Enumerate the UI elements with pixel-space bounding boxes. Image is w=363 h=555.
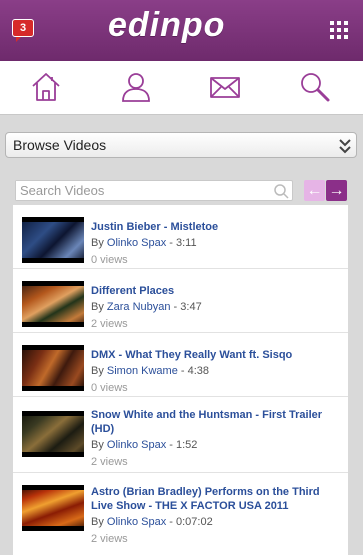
video-byline: By Simon Kwame - 4:38 xyxy=(91,365,210,377)
home-icon[interactable] xyxy=(28,69,64,105)
nav-bar xyxy=(0,61,363,115)
video-item[interactable]: Snow White and the Huntsman - First Trai… xyxy=(13,397,348,473)
video-duration: 4:38 xyxy=(187,365,210,377)
user-icon[interactable] xyxy=(118,69,154,105)
prev-page-button[interactable]: ← xyxy=(304,180,325,201)
video-byline: By Zara Nubyan - 3:47 xyxy=(91,301,202,313)
video-item[interactable]: Astro (Brian Bradley) Performs on the Th… xyxy=(13,473,348,555)
video-thumbnail[interactable] xyxy=(22,485,84,531)
video-duration: 1:52 xyxy=(176,439,198,451)
search-input[interactable] xyxy=(16,181,266,200)
video-duration: 0:07:02 xyxy=(176,516,213,528)
video-views: 2 views xyxy=(91,533,128,545)
video-item[interactable]: Justin Bieber - Mistletoe By Olinko Spax… xyxy=(13,205,348,269)
apps-grid-icon[interactable] xyxy=(330,21,348,39)
search-videos-field xyxy=(15,180,293,201)
video-item[interactable]: DMX - What They Really Want ft. Sisqo By… xyxy=(13,333,348,397)
video-thumbnail[interactable] xyxy=(22,345,84,391)
video-title[interactable]: Different Places xyxy=(91,284,341,298)
video-title[interactable]: Astro (Brian Bradley) Performs on the Th… xyxy=(91,485,341,513)
video-thumbnail[interactable] xyxy=(22,217,84,263)
edinpo-logo[interactable]: edinpo xyxy=(108,6,224,44)
video-author[interactable]: Olinko Spax xyxy=(107,439,166,451)
video-author[interactable]: Simon Kwame xyxy=(107,365,178,377)
video-duration: 3:47 xyxy=(180,301,202,313)
browse-select-label: Browse Videos xyxy=(13,137,107,153)
video-title[interactable]: Justin Bieber - Mistletoe xyxy=(91,220,341,234)
video-author[interactable]: Olinko Spax xyxy=(107,237,166,249)
notification-badge[interactable]: 3 xyxy=(12,19,34,42)
video-views: 0 views xyxy=(91,254,128,266)
video-duration: 3:11 xyxy=(176,237,197,249)
video-item[interactable]: Different Places By Zara Nubyan - 3:47 2… xyxy=(13,269,348,333)
video-views: 2 views xyxy=(91,318,128,330)
video-thumbnail[interactable] xyxy=(22,411,84,457)
search-icon[interactable] xyxy=(297,69,333,105)
mail-icon[interactable] xyxy=(207,69,243,105)
video-author[interactable]: Olinko Spax xyxy=(107,516,166,528)
video-views: 0 views xyxy=(91,382,128,394)
app-header: 3 edinpo xyxy=(0,0,363,61)
chevron-double-icon xyxy=(339,139,351,154)
video-title[interactable]: Snow White and the Huntsman - First Trai… xyxy=(91,408,341,436)
video-list: Justin Bieber - Mistletoe By Olinko Spax… xyxy=(13,205,348,555)
video-byline: By Olinko Spax - 1:52 xyxy=(91,439,198,451)
video-title[interactable]: DMX - What They Really Want ft. Sisqo xyxy=(91,348,341,362)
video-byline: By Olinko Spax - 0:07:02 xyxy=(91,516,213,528)
next-page-button[interactable]: → xyxy=(326,180,347,201)
video-author[interactable]: Zara Nubyan xyxy=(107,301,171,313)
video-byline: By Olinko Spax - 3:11 xyxy=(91,237,197,249)
magnifier-icon[interactable] xyxy=(273,183,289,199)
browse-videos-select[interactable]: Browse Videos xyxy=(5,132,357,158)
video-views: 2 views xyxy=(91,456,128,468)
video-thumbnail[interactable] xyxy=(22,281,84,327)
